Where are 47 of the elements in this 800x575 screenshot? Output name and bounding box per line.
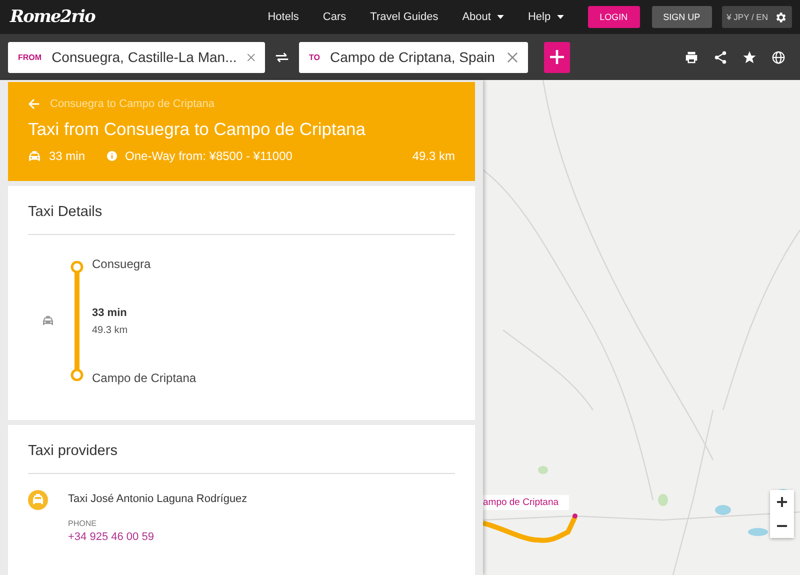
field-value: Consuegra, Castille-La Man... xyxy=(52,49,237,65)
caret-icon xyxy=(556,15,564,19)
nav-link[interactable]: Travel Guides xyxy=(370,11,438,23)
clear-icon[interactable] xyxy=(507,52,518,62)
add-button[interactable] xyxy=(544,42,570,72)
star-icon[interactable] xyxy=(742,50,757,64)
phone-link[interactable]: +34 925 46 00 59 xyxy=(68,531,248,543)
card-title: Taxi providers xyxy=(28,443,118,459)
globe-icon[interactable] xyxy=(771,50,786,64)
clear-icon[interactable] xyxy=(246,52,255,62)
plus-icon xyxy=(777,497,787,507)
signup-button[interactable]: SIGN UP xyxy=(652,6,712,28)
field-value: Campo de Criptana, Spain xyxy=(330,49,496,65)
logo[interactable]: Rome2rio xyxy=(10,7,95,27)
share-icon[interactable] xyxy=(713,50,728,64)
route-title: Taxi from Consuegra to Campo de Criptana xyxy=(28,119,367,140)
distance-text: 49.3 km xyxy=(412,149,455,163)
taxi-icon xyxy=(42,316,54,326)
to-field[interactable]: TO Campo de Criptana, Spain xyxy=(299,42,528,72)
taxi-icon xyxy=(28,150,41,162)
duration-text: 33 min xyxy=(49,149,86,163)
from-field[interactable]: FROM Consuegra, Castille-La Man... xyxy=(8,42,265,72)
login-button[interactable]: LOGIN xyxy=(588,6,640,28)
origin-name: Consuegra xyxy=(92,257,152,271)
destination-name: Campo de Criptana xyxy=(92,371,196,385)
card-title: Taxi Details xyxy=(28,204,104,220)
map-marker-label: ampo de Criptana xyxy=(483,495,569,510)
field-label: TO xyxy=(309,52,320,62)
zoom-out-button[interactable] xyxy=(770,514,794,538)
field-label: FROM xyxy=(18,52,42,62)
taxi-icon xyxy=(28,490,48,510)
phone-label: PHONE xyxy=(68,519,98,528)
settings-icon xyxy=(774,10,787,24)
currency-button[interactable]: ¥ JPY / EN xyxy=(722,6,792,28)
caret-icon xyxy=(496,15,504,19)
print-icon[interactable] xyxy=(684,50,699,64)
distance-text: 49.3 km xyxy=(92,324,129,336)
nav-link[interactable]: About xyxy=(462,11,504,23)
nav-link[interactable]: Help xyxy=(528,11,564,23)
fare-text: One-Way from: ¥8500 - ¥11000 xyxy=(125,149,292,163)
plus-icon xyxy=(550,50,564,64)
duration-text: 33 min xyxy=(92,306,128,318)
nav-link[interactable]: Cars xyxy=(322,11,346,23)
zoom-in-button[interactable] xyxy=(770,490,794,514)
provider-name: Taxi José Antonio Laguna Rodríguez xyxy=(68,493,248,505)
nav-link[interactable]: Hotels xyxy=(268,11,299,23)
swap-icon[interactable] xyxy=(275,52,289,62)
